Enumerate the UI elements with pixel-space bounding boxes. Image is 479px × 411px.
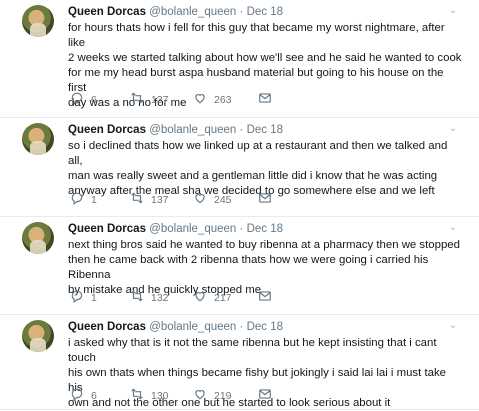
separator-dot: · bbox=[239, 223, 244, 235]
user-handle[interactable]: @bolanle_queen bbox=[149, 124, 236, 136]
tweet-text-line: 2 weeks we started talking about how we'… bbox=[68, 52, 462, 64]
chevron-down-icon[interactable]: ⌄ bbox=[446, 122, 460, 136]
tweet-header: Queen Dorcas @bolanle_queen · Dec 18 bbox=[68, 319, 283, 335]
retweet-icon bbox=[130, 289, 151, 308]
reply-button[interactable]: 6 bbox=[70, 388, 97, 404]
retweet-button[interactable]: 130 bbox=[130, 388, 169, 404]
envelope-icon bbox=[258, 289, 279, 308]
tweet-text-line: then he came back with 2 ribenna thats h… bbox=[68, 254, 429, 281]
like-count: 263 bbox=[214, 94, 232, 106]
tweet-text-line: his own thats when things became fishy b… bbox=[68, 367, 446, 394]
tweet-text-line: next thing bros said he wanted to buy ri… bbox=[68, 239, 460, 251]
reply-icon bbox=[70, 191, 91, 210]
tweet-text-line: i asked why that is it not the same ribe… bbox=[68, 337, 437, 364]
heart-icon bbox=[193, 91, 214, 110]
reply-button[interactable]: 1 bbox=[70, 192, 97, 208]
tweet-date[interactable]: Dec 18 bbox=[247, 321, 283, 333]
retweet-count: 130 bbox=[151, 390, 169, 402]
display-name[interactable]: Queen Dorcas bbox=[68, 321, 146, 333]
retweet-icon bbox=[130, 191, 151, 210]
like-button[interactable]: 263 bbox=[193, 92, 232, 108]
reply-icon bbox=[70, 387, 91, 406]
user-handle[interactable]: @bolanle_queen bbox=[149, 223, 236, 235]
tweet-date[interactable]: Dec 18 bbox=[247, 124, 283, 136]
like-count: 245 bbox=[214, 194, 232, 206]
reply-count: 6 bbox=[91, 390, 97, 402]
like-count: 217 bbox=[214, 292, 232, 304]
display-name[interactable]: Queen Dorcas bbox=[68, 6, 146, 18]
retweet-button[interactable]: 132 bbox=[130, 290, 169, 306]
tweet-text-line: anyway after the meal sha we decided to … bbox=[68, 185, 435, 197]
direct-message-button[interactable] bbox=[258, 290, 279, 306]
heart-icon bbox=[193, 289, 214, 308]
reply-count: 1 bbox=[91, 194, 97, 206]
tweet[interactable]: Queen Dorcas @bolanle_queen · Dec 18 ⌄ s… bbox=[0, 118, 479, 217]
tweet[interactable]: Queen Dorcas @bolanle_queen · Dec 18 ⌄ i… bbox=[0, 315, 479, 410]
retweet-icon bbox=[130, 91, 151, 110]
tweet-date[interactable]: Dec 18 bbox=[247, 6, 283, 18]
chevron-down-icon[interactable]: ⌄ bbox=[446, 221, 460, 235]
tweet-text-line: so i declined thats how we linked up at … bbox=[68, 140, 448, 167]
heart-icon bbox=[193, 191, 214, 210]
reply-button[interactable]: 6 bbox=[70, 92, 97, 108]
retweet-count: 137 bbox=[151, 94, 169, 106]
envelope-icon bbox=[258, 387, 279, 406]
chevron-down-icon[interactable]: ⌄ bbox=[446, 4, 460, 18]
separator-dot: · bbox=[239, 6, 244, 18]
heart-icon bbox=[193, 387, 214, 406]
tweet[interactable]: Queen Dorcas @bolanle_queen · Dec 18 ⌄ f… bbox=[0, 0, 479, 118]
separator-dot: · bbox=[239, 321, 244, 333]
tweet-text-line: man was really sweet and a gentleman lit… bbox=[68, 170, 438, 182]
direct-message-button[interactable] bbox=[258, 92, 279, 108]
avatar[interactable] bbox=[22, 320, 54, 352]
reply-count: 1 bbox=[91, 292, 97, 304]
display-name[interactable]: Queen Dorcas bbox=[68, 223, 146, 235]
avatar[interactable] bbox=[22, 5, 54, 37]
tweet-text-line: for me my head burst aspa husband materi… bbox=[68, 67, 444, 94]
avatar[interactable] bbox=[22, 123, 54, 155]
user-handle[interactable]: @bolanle_queen bbox=[149, 6, 236, 18]
avatar[interactable] bbox=[22, 222, 54, 254]
like-button[interactable]: 245 bbox=[193, 192, 232, 208]
user-handle[interactable]: @bolanle_queen bbox=[149, 321, 236, 333]
separator-dot: · bbox=[239, 124, 244, 136]
tweet[interactable]: Queen Dorcas @bolanle_queen · Dec 18 ⌄ n… bbox=[0, 217, 479, 315]
direct-message-button[interactable] bbox=[258, 388, 279, 404]
retweet-count: 132 bbox=[151, 292, 169, 304]
reply-count: 6 bbox=[91, 94, 97, 106]
reply-button[interactable]: 1 bbox=[70, 290, 97, 306]
retweet-button[interactable]: 137 bbox=[130, 92, 169, 108]
retweet-icon bbox=[130, 387, 151, 406]
display-name[interactable]: Queen Dorcas bbox=[68, 124, 146, 136]
like-button[interactable]: 219 bbox=[193, 388, 232, 404]
reply-icon bbox=[70, 91, 91, 110]
tweet-header: Queen Dorcas @bolanle_queen · Dec 18 bbox=[68, 4, 283, 20]
chevron-down-icon[interactable]: ⌄ bbox=[446, 319, 460, 333]
retweet-count: 137 bbox=[151, 194, 169, 206]
retweet-button[interactable]: 137 bbox=[130, 192, 169, 208]
tweet-date[interactable]: Dec 18 bbox=[247, 223, 283, 235]
like-button[interactable]: 217 bbox=[193, 290, 232, 306]
envelope-icon bbox=[258, 91, 279, 110]
tweet-text-line: for hours thats how i fell for this guy … bbox=[68, 22, 445, 49]
direct-message-button[interactable] bbox=[258, 192, 279, 208]
reply-icon bbox=[70, 289, 91, 308]
tweet-header: Queen Dorcas @bolanle_queen · Dec 18 bbox=[68, 122, 283, 138]
tweet-header: Queen Dorcas @bolanle_queen · Dec 18 bbox=[68, 221, 283, 237]
envelope-icon bbox=[258, 191, 279, 210]
like-count: 219 bbox=[214, 390, 232, 402]
